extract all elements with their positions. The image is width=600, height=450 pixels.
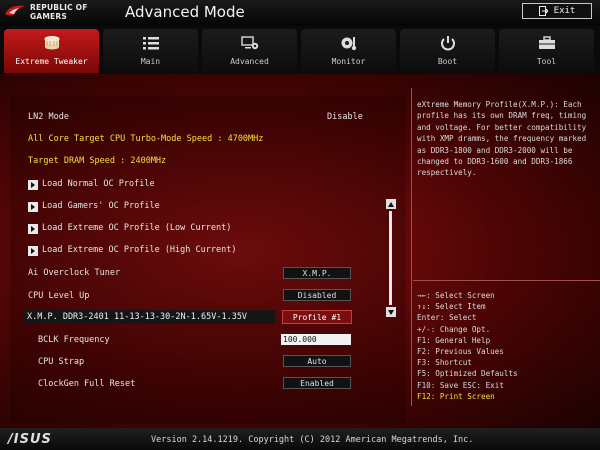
help-description-text: eXtreme Memory Profile(X.M.P.): Each pro… (417, 100, 587, 178)
tab-tool[interactable]: Tool (499, 29, 594, 73)
tab-advanced[interactable]: Advanced (202, 29, 297, 73)
rog-brand-text: REPUBLIC OF GAMERS (30, 3, 88, 21)
submenu-arrow-icon (28, 224, 38, 234)
hotkey-legend: →←: Select Screen ↑↓: Select Item Enter:… (417, 290, 597, 402)
mode-title: Advanced Mode (125, 3, 245, 21)
tab-label: Boot (437, 57, 458, 66)
ln2-mode-value: Disable (327, 112, 363, 122)
submenu-arrow-icon (28, 246, 38, 256)
cpu-chip-icon (44, 36, 59, 50)
ai-overclock-tuner-select[interactable]: X.M.P. (283, 267, 351, 279)
help-divider (413, 280, 600, 281)
help-description: eXtreme Memory Profile(X.M.P.): Each pro… (417, 99, 595, 179)
toolbox-icon (538, 36, 555, 49)
tab-monitor[interactable]: Monitor (301, 29, 396, 73)
clockgen-reset-label: ClockGen Full Reset (38, 379, 136, 389)
hotkey-line: F10: Save ESC: Exit (417, 380, 504, 390)
fan-gauge-icon (341, 37, 356, 51)
submenu-load-gamers-oc[interactable]: Load Gamers' OC Profile (42, 201, 160, 211)
tab-boot[interactable]: Boot (400, 29, 495, 73)
ln2-mode-label: LN2 Mode (28, 112, 69, 122)
tab-main[interactable]: Main (103, 29, 198, 73)
submenu-arrow-icon (28, 180, 38, 190)
brand-line-2: GAMERS (30, 12, 67, 21)
hotkey-line: F2: Previous Values (417, 347, 504, 357)
brand-line-1: REPUBLIC OF (30, 3, 88, 12)
hotkey-line: Enter: Select (417, 313, 477, 323)
cpu-strap-label: CPU Strap (38, 357, 85, 367)
tab-label: Tool (536, 57, 557, 66)
cpu-level-up-select[interactable]: Disabled (283, 289, 351, 301)
panel-divider (411, 88, 412, 406)
tab-label: Extreme Tweaker (15, 57, 88, 66)
tab-label: Monitor (331, 57, 366, 66)
version-text: Version 2.14.1219. Copyright (C) 2012 Am… (151, 435, 474, 445)
list-icon (142, 37, 159, 50)
hotkey-line: F3: Shortcut (417, 358, 472, 368)
bclk-frequency-input[interactable] (281, 334, 351, 345)
xmp-profile-select[interactable]: Profile #1 (282, 310, 352, 324)
arrow-down-icon (388, 309, 394, 315)
bclk-frequency-label: BCLK Frequency (38, 335, 110, 345)
cpu-level-up-label: CPU Level Up (28, 291, 90, 301)
xmp-row-highlight[interactable]: X.M.P. DDR3-2401 11-13-13-30-2N-1.65V-1.… (23, 310, 275, 324)
cpu-turbo-speed-info: All Core Target CPU Turbo-Mode Speed : 4… (28, 134, 264, 144)
settings-panel (10, 96, 406, 424)
hotkey-print-screen[interactable]: F12: Print Screen (417, 391, 597, 402)
rog-eye-icon (5, 5, 25, 16)
submenu-load-normal-oc[interactable]: Load Normal OC Profile (42, 179, 155, 189)
ai-overclock-tuner-label: Ai Overclock Tuner (28, 268, 121, 278)
exit-label: Exit (553, 6, 576, 16)
tab-label: Advanced (230, 57, 269, 66)
power-icon (440, 36, 455, 51)
hotkey-line: →←: Select Screen (417, 291, 495, 300)
arrow-up-icon (388, 201, 394, 207)
clockgen-reset-select[interactable]: Enabled (283, 377, 351, 389)
hotkey-line: F5: Optimized Defaults (417, 369, 518, 379)
submenu-arrow-icon (28, 202, 38, 212)
submenu-load-extreme-high[interactable]: Load Extreme OC Profile (High Current) (42, 245, 236, 255)
cpu-strap-select[interactable]: Auto (283, 355, 351, 367)
tab-bar: Extreme Tweaker Main Advanced Monitor Bo… (0, 26, 600, 74)
scroll-down-button[interactable] (386, 307, 396, 317)
submenu-load-extreme-low[interactable]: Load Extreme OC Profile (Low Current) (42, 223, 231, 233)
dram-speed-info: Target DRAM Speed : 2400MHz (28, 156, 167, 166)
exit-button[interactable]: Exit (522, 3, 592, 19)
header-bar: REPUBLIC OF GAMERS Advanced Mode Exit (0, 0, 600, 26)
hotkey-line: +/-: Change Opt. (417, 324, 491, 334)
tab-label: Main (140, 57, 161, 66)
hotkey-line: F1: General Help (417, 335, 491, 345)
scrollbar-track[interactable] (389, 211, 392, 305)
tab-extreme-tweaker[interactable]: Extreme Tweaker (4, 29, 99, 73)
settings-monitor-icon (240, 36, 258, 50)
hotkey-line: ↑↓: Select Item (417, 302, 486, 312)
exit-door-icon (538, 6, 548, 16)
scroll-up-button[interactable] (386, 199, 396, 209)
asus-logo: /ISUS (8, 432, 52, 447)
xmp-profile-label: X.M.P. DDR3-2401 11-13-13-30-2N-1.65V-1.… (27, 312, 248, 322)
